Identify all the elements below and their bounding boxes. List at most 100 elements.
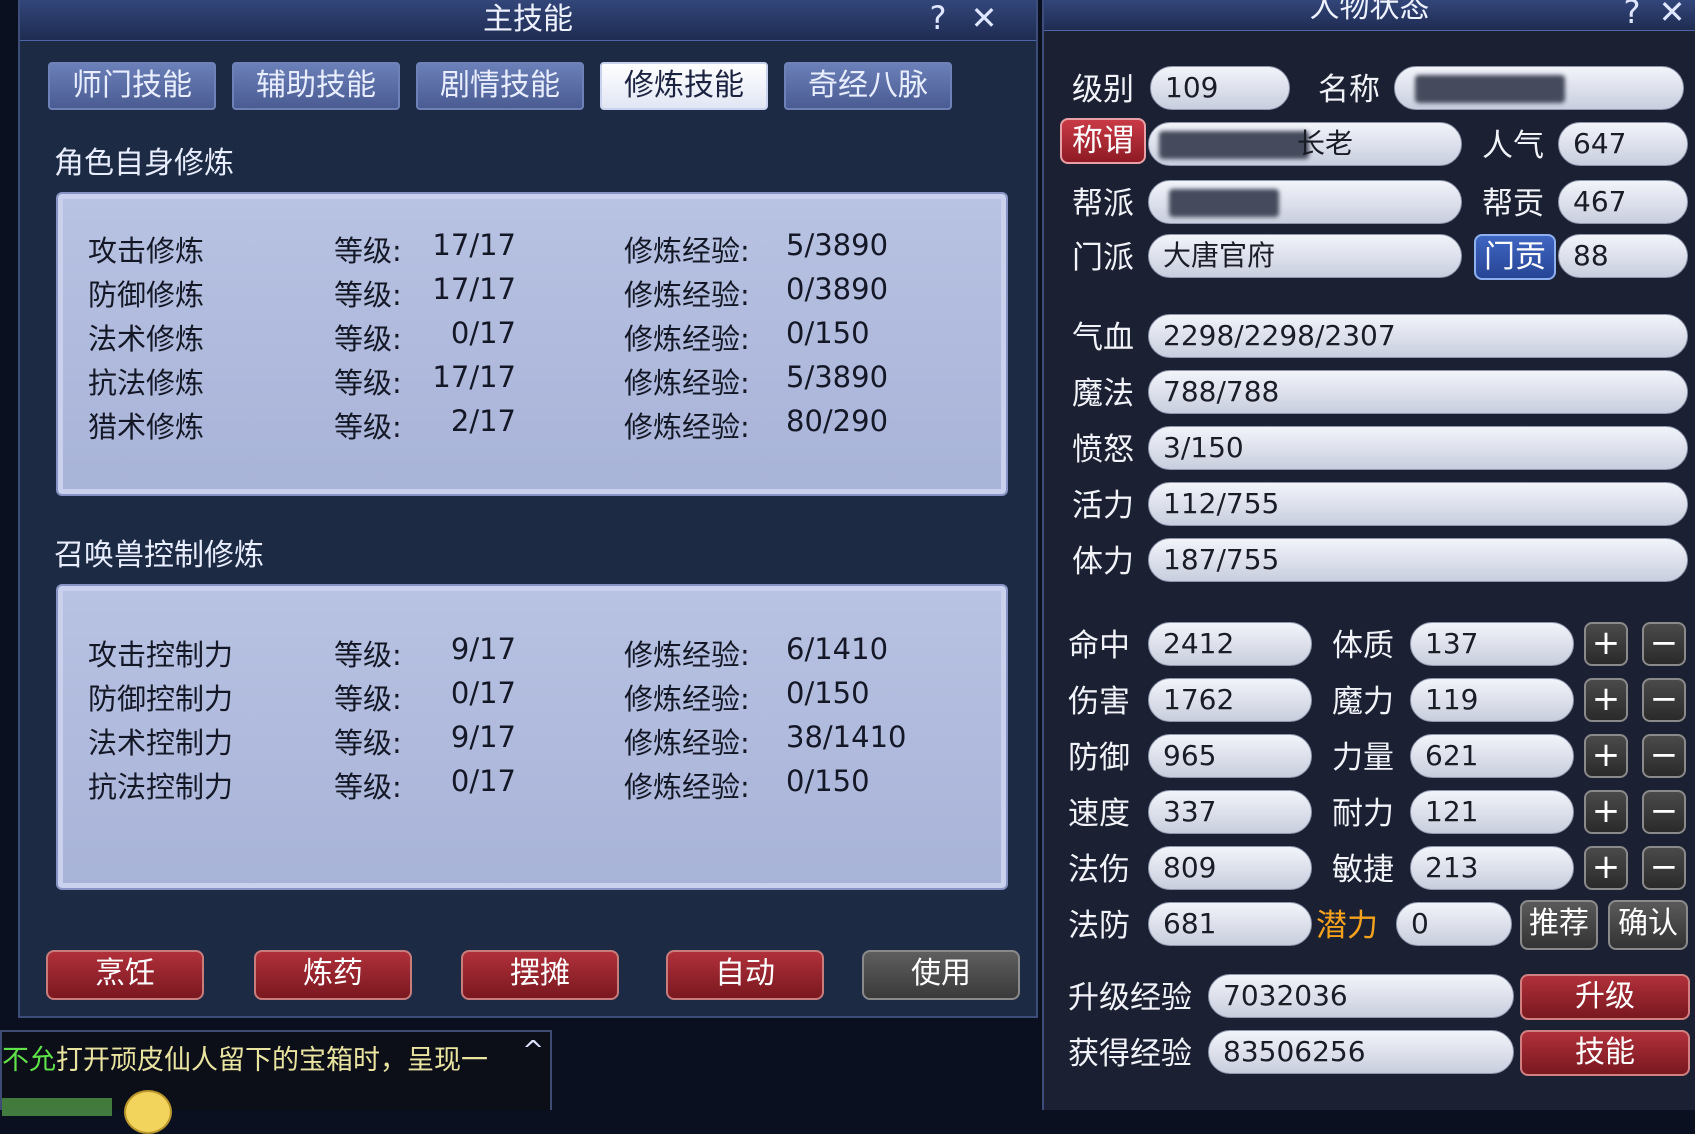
exp-value: 0/3890: [786, 272, 889, 306]
constitution-plus-button[interactable]: +: [1584, 622, 1628, 666]
title-badge[interactable]: 称谓: [1060, 118, 1146, 164]
cultivation-row[interactable]: 猎术修炼 等级: 2/17 修炼经验: 80/290: [58, 404, 1006, 446]
cultivation-row[interactable]: 防御修炼 等级: 17/17 修炼经验: 0/3890: [58, 272, 1006, 314]
rage-field: 3/150: [1148, 426, 1688, 470]
chat-scroll-up-icon[interactable]: ^: [522, 1036, 544, 1066]
cultivation-row[interactable]: 法术修炼 等级: 0/17 修炼经验: 0/150: [58, 316, 1006, 358]
name-redaction: [1415, 75, 1565, 103]
tab-assist-skills[interactable]: 辅助技能: [232, 62, 400, 110]
stamina-label: 体力: [1072, 544, 1134, 580]
sect-contrib-field: 88: [1558, 234, 1688, 278]
magic-minus-button[interactable]: −: [1642, 678, 1686, 722]
pet-cultivation-title: 召唤兽控制修炼: [54, 538, 264, 573]
title-redaction: [1159, 131, 1309, 159]
status-titlebar[interactable]: 人物状态 ? ✕: [1044, 0, 1695, 31]
skill-name: 攻击控制力: [88, 638, 234, 672]
status-window: 人物状态 ? ✕ 级别 109 名称 称谓 长老 人气 647 帮派 帮贡 46…: [1042, 0, 1695, 1110]
close-button[interactable]: ✕: [966, 0, 1002, 38]
cultivation-row[interactable]: 攻击修炼 等级: 17/17 修炼经验: 5/3890: [58, 228, 1006, 270]
level-label: 等级:: [334, 410, 402, 444]
close-button[interactable]: ✕: [1654, 0, 1690, 32]
potential-field: 0: [1396, 902, 1512, 946]
tab-school-skills[interactable]: 师门技能: [48, 62, 216, 110]
exp-value: 0/150: [786, 676, 870, 710]
mp-field: 788/788: [1148, 370, 1688, 414]
vitality-label: 活力: [1072, 488, 1134, 524]
exp-label: 修炼经验:: [624, 682, 750, 716]
constitution-minus-button[interactable]: −: [1642, 622, 1686, 666]
upgrade-exp-label: 升级经验: [1068, 980, 1192, 1016]
guild-label: 帮派: [1072, 186, 1134, 222]
constitution-label: 体质: [1332, 628, 1394, 664]
endurance-plus-button[interactable]: +: [1584, 790, 1628, 834]
skills-button[interactable]: 技能: [1520, 1030, 1690, 1076]
constitution-field: 137: [1410, 622, 1574, 666]
cultivation-row[interactable]: 抗法修炼 等级: 17/17 修炼经验: 5/3890: [58, 360, 1006, 402]
cook-button[interactable]: 烹饪: [46, 950, 204, 1000]
stall-button[interactable]: 摆摊: [461, 950, 619, 1000]
speed-field: 337: [1148, 790, 1312, 834]
level-label: 等级:: [334, 278, 402, 312]
self-cultivation-title: 角色自身修炼: [54, 146, 234, 181]
exp-label: 修炼经验:: [624, 322, 750, 356]
help-button[interactable]: ?: [920, 0, 956, 38]
level-value: 17/17: [432, 228, 516, 262]
level-label: 等级:: [334, 366, 402, 400]
spell-defense-label: 法防: [1068, 908, 1130, 944]
name-label: 名称: [1318, 72, 1380, 108]
agility-plus-button[interactable]: +: [1584, 846, 1628, 890]
chat-box[interactable]: 不允打开顽皮仙人留下的宝箱时，呈现一 ^: [0, 1030, 552, 1134]
level-field: 109: [1150, 66, 1290, 110]
pet-cultivation-panel: 攻击控制力 等级: 9/17 修炼经验: 6/1410 防御控制力 等级: 0/…: [56, 584, 1008, 890]
auto-button[interactable]: 自动: [666, 950, 824, 1000]
level-value: 2/17: [450, 404, 516, 438]
magic-field: 119: [1410, 678, 1574, 722]
level-label: 等级:: [334, 726, 402, 760]
damage-label: 伤害: [1068, 684, 1130, 720]
skills-window: 主技能 ? ✕ 师门技能 辅助技能 剧情技能 修炼技能 奇经八脉 角色自身修炼 …: [18, 0, 1038, 1018]
cultivation-row[interactable]: 攻击控制力 等级: 9/17 修炼经验: 6/1410: [58, 632, 1006, 674]
use-button[interactable]: 使用: [862, 950, 1020, 1000]
popularity-label: 人气: [1482, 128, 1544, 164]
tab-meridians[interactable]: 奇经八脉: [784, 62, 952, 110]
tab-cultivation-skills[interactable]: 修炼技能: [600, 62, 768, 110]
exp-label: 修炼经验:: [624, 638, 750, 672]
status-window-title: 人物状态: [1309, 0, 1430, 25]
potential-label: 潜力: [1316, 908, 1378, 944]
level-value: 0/17: [450, 676, 516, 710]
level-up-button[interactable]: 升级: [1520, 974, 1690, 1020]
level-label: 等级:: [334, 234, 402, 268]
skill-name: 抗法修炼: [88, 366, 205, 400]
exp-label: 修炼经验:: [624, 726, 750, 760]
alchemy-button[interactable]: 炼药: [254, 950, 412, 1000]
guild-field: [1148, 180, 1462, 224]
agility-minus-button[interactable]: −: [1642, 846, 1686, 890]
confirm-button[interactable]: 确认: [1608, 900, 1688, 950]
skill-name: 法术修炼: [88, 322, 205, 356]
cultivation-row[interactable]: 抗法控制力 等级: 0/17 修炼经验: 0/150: [58, 764, 1006, 806]
char-title-value: 长老: [1297, 127, 1354, 160]
sect-contrib-badge[interactable]: 门贡: [1474, 234, 1556, 280]
cultivation-row[interactable]: 法术控制力 等级: 9/17 修炼经验: 38/1410: [58, 720, 1006, 762]
defense-label: 防御: [1068, 740, 1130, 776]
level-value: 0/17: [450, 316, 516, 350]
magic-label: 魔力: [1332, 684, 1394, 720]
strength-plus-button[interactable]: +: [1584, 734, 1628, 778]
rage-label: 愤怒: [1072, 432, 1134, 468]
endurance-minus-button[interactable]: −: [1642, 790, 1686, 834]
popularity-field: 647: [1558, 122, 1688, 166]
strength-label: 力量: [1332, 740, 1394, 776]
mp-label: 魔法: [1072, 376, 1134, 412]
char-title-field: 长老: [1148, 122, 1462, 166]
magic-plus-button[interactable]: +: [1584, 678, 1628, 722]
tab-story-skills[interactable]: 剧情技能: [416, 62, 584, 110]
skill-name: 防御修炼: [88, 278, 205, 312]
help-button[interactable]: ?: [1614, 0, 1650, 32]
skills-titlebar[interactable]: 主技能 ? ✕: [20, 0, 1036, 41]
skill-name: 抗法控制力: [88, 770, 234, 804]
cultivation-row[interactable]: 防御控制力 等级: 0/17 修炼经验: 0/150: [58, 676, 1006, 718]
strength-minus-button[interactable]: −: [1642, 734, 1686, 778]
exp-value: 0/150: [786, 316, 870, 350]
recommend-button[interactable]: 推荐: [1520, 900, 1598, 950]
exp-value: 80/290: [786, 404, 889, 438]
